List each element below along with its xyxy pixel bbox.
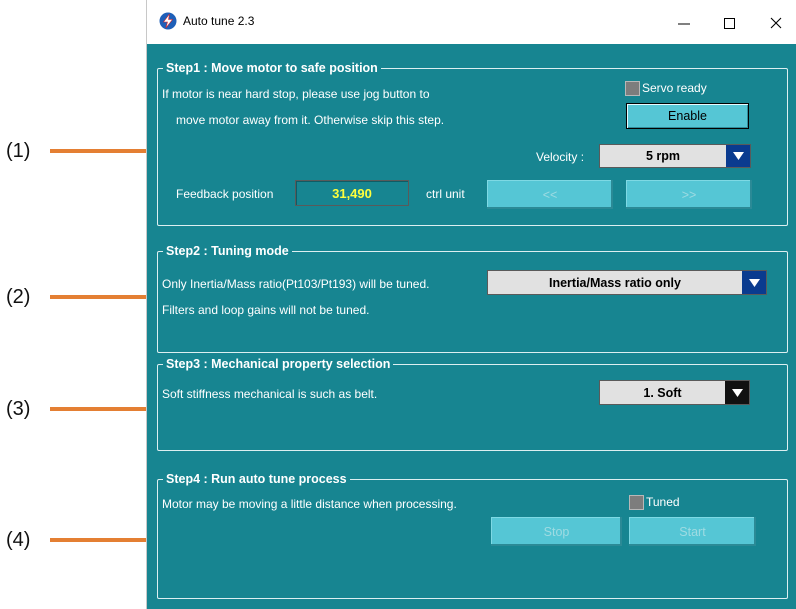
callout-4: (4) [0,525,154,555]
maximize-button[interactable] [715,8,745,36]
title-bar[interactable]: Auto tune 2.3 [147,0,796,44]
callout-line-3 [50,407,154,411]
close-icon [770,17,782,29]
dropdown-arrow-icon [725,381,749,404]
callout-2: (2) [0,282,154,312]
ctrl-unit-label: ctrl unit [426,187,465,201]
auto-tune-window: Auto tune 2.3 Step1 : Move motor to safe… [146,0,796,609]
jog-forward-button[interactable]: >> [626,180,752,209]
servo-ready-label: Servo ready [642,81,707,95]
start-button[interactable]: Start [629,517,756,546]
dropdown-arrow-icon [726,145,750,167]
callout-3: (3) [0,394,154,424]
step4-legend: Step4 : Run auto tune process [166,472,347,486]
callout-1: (1) [0,136,154,166]
step2-legend: Step2 : Tuning mode [166,244,289,258]
step2-instruction-2: Filters and loop gains will not be tuned… [162,303,370,317]
step4-instruction-1: Motor may be moving a little distance wh… [162,497,457,511]
callout-label-2: (2) [6,286,31,308]
dropdown-arrow-icon [742,271,766,294]
tuning-mode-select[interactable]: Inertia/Mass ratio only [487,270,767,295]
client-area: Step1 : Move motor to safe position If m… [147,44,796,609]
step1-legend: Step1 : Move motor to safe position [166,61,378,75]
step3-instruction-1: Soft stiffness mechanical is such as bel… [162,387,378,401]
callout-label-4: (4) [6,529,31,551]
maximize-icon [724,18,735,29]
mechanical-property-value: 1. Soft [643,385,682,400]
tuned-indicator [629,495,644,510]
step2-group: Step2 : Tuning mode [157,244,788,353]
stop-button[interactable]: Stop [491,517,622,546]
step3-legend: Step3 : Mechanical property selection [166,357,391,371]
mechanical-property-select[interactable]: 1. Soft [599,380,750,405]
callout-label-1: (1) [6,140,31,162]
feedback-position-label: Feedback position [176,187,274,201]
velocity-select[interactable]: 5 rpm [599,144,751,168]
tuned-label: Tuned [646,495,680,509]
step1-instruction-1: If motor is near hard stop, please use j… [162,87,430,101]
jog-reverse-button[interactable]: << [487,180,613,209]
callout-label-3: (3) [6,398,31,420]
window-title: Auto tune 2.3 [183,14,255,28]
velocity-value: 5 rpm [645,149,681,163]
callout-line-2 [50,295,154,299]
close-button[interactable] [761,8,791,36]
callout-line-1 [50,149,154,153]
enable-button[interactable]: Enable [626,103,749,129]
app-lightning-icon [159,12,177,30]
step2-instruction-1: Only Inertia/Mass ratio(Pt103/Pt193) wil… [162,277,430,291]
step1-instruction-2: move motor away from it. Otherwise skip … [176,113,445,127]
callout-line-4 [50,538,154,542]
minimize-button[interactable] [669,8,699,36]
velocity-label: Velocity : [536,150,585,164]
minimize-icon [678,23,690,25]
tuning-mode-value: Inertia/Mass ratio only [549,275,681,290]
feedback-position-value: 31,490 [295,180,409,206]
servo-ready-indicator [625,81,640,96]
